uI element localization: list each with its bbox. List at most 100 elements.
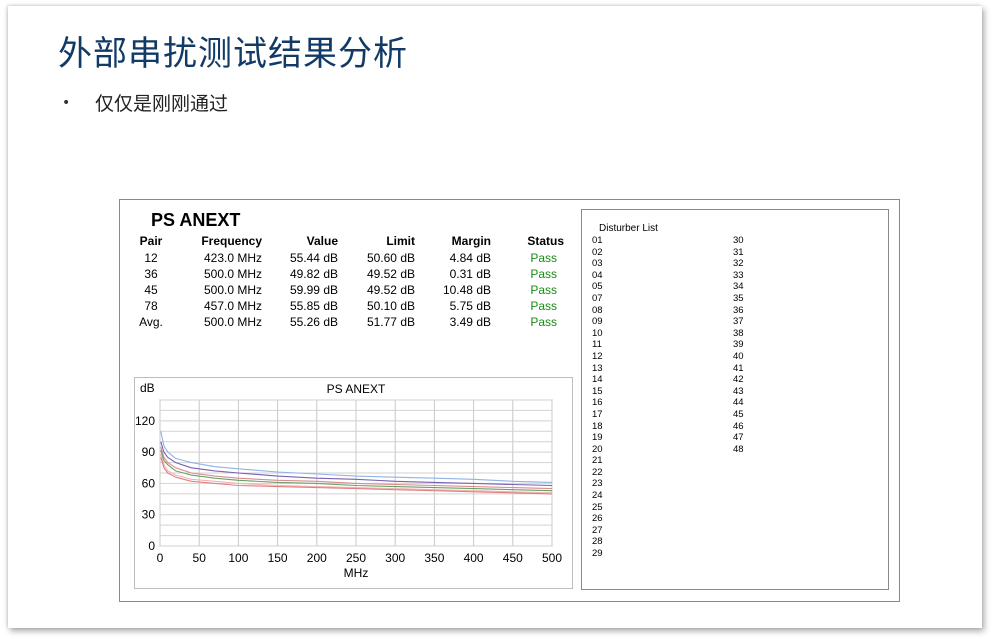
x-tick-label: 200 — [307, 551, 327, 565]
disturber-item: 01 — [592, 235, 603, 246]
status-cell: Pass — [530, 315, 557, 329]
table-row: Avg. 500.0 MHz 55.26 dB 51.77 dB 3.49 dB Pass — [134, 314, 564, 330]
x-tick-label: 250 — [346, 551, 366, 565]
disturber-item: 33 — [733, 269, 744, 281]
disturber-item: 16 — [592, 397, 603, 409]
table-cell: 3.49 dB — [449, 315, 491, 329]
disturber-item: 44 — [733, 397, 744, 409]
table-cell: 500.0 MHz — [203, 267, 262, 281]
column-header: Value — [306, 234, 338, 248]
disturber-item: 03 — [592, 258, 603, 270]
y-tick-label: 90 — [142, 445, 156, 459]
table-cell: Avg. — [139, 315, 163, 329]
disturber-item: 48 — [733, 443, 744, 455]
disturber-item: 30 — [733, 235, 744, 246]
y-tick-label: 30 — [142, 508, 156, 522]
chart-panel: 0 50 100 150 200 250 300 350 400 450 500 0 30 60 90 120… — [134, 377, 573, 589]
column-header: Status — [527, 234, 564, 248]
disturber-item: 21 — [592, 455, 603, 467]
test-report: PS ANEXT Pair Frequency Value Limit Marg… — [119, 199, 900, 602]
disturber-item: 19 — [592, 432, 603, 444]
disturber-item: 07 — [592, 292, 603, 304]
table-cell: 78 — [144, 299, 158, 313]
column-header: Margin — [451, 234, 491, 248]
disturber-item: 11 — [592, 339, 602, 351]
x-tick-label: 450 — [503, 551, 523, 565]
disturber-item: 14 — [592, 374, 603, 386]
disturber-item: 17 — [592, 408, 603, 420]
table-cell: 500.0 MHz — [203, 283, 262, 297]
table-row: 12 423.0 MHz 55.44 dB 50.60 dB 4.84 dB Pass — [134, 250, 564, 266]
table-cell: 50.60 dB — [366, 251, 415, 265]
disturber-item: 09 — [592, 316, 603, 328]
status-cell: Pass — [530, 251, 557, 265]
x-tick-label: 500 — [542, 551, 562, 565]
table-cell: 12 — [144, 251, 158, 265]
status-cell: Pass — [530, 267, 557, 281]
disturber-item: 32 — [733, 258, 744, 270]
column-header: Limit — [386, 234, 415, 248]
disturber-item: 27 — [592, 524, 603, 536]
disturber-item: 24 — [592, 490, 603, 502]
disturber-item: 36 — [733, 304, 744, 316]
x-tick-label: 100 — [228, 551, 248, 565]
status-cell: Pass — [530, 299, 557, 313]
disturber-item: 43 — [733, 385, 744, 397]
disturber-item: 08 — [592, 304, 603, 316]
disturber-item: 40 — [733, 350, 744, 362]
table-row: 78 457.0 MHz 55.85 dB 50.10 dB 5.75 dB Pass — [134, 298, 564, 314]
disturber-item: 12 — [592, 350, 603, 362]
table-cell: 423.0 MHz — [203, 251, 262, 265]
x-tick-label: 350 — [424, 551, 444, 565]
table-cell: 4.84 dB — [449, 251, 491, 265]
table-cell: 59.99 dB — [289, 283, 338, 297]
slide-title: 外部串扰测试结果分析 — [58, 34, 408, 74]
x-tick-label: 50 — [193, 551, 207, 565]
disturber-item: 37 — [733, 316, 744, 328]
disturber-item: 42 — [733, 374, 744, 386]
column-header: Pair — [139, 234, 163, 248]
table-cell: 55.44 dB — [289, 251, 338, 265]
disturber-item: 04 — [592, 269, 603, 281]
report-title: PS ANEXT — [151, 210, 241, 230]
disturber-item: 22 — [592, 466, 603, 478]
y-tick-label: 60 — [142, 476, 156, 490]
disturber-item: 18 — [592, 420, 603, 432]
table-cell: 457.0 MHz — [203, 299, 262, 313]
disturber-item: 28 — [592, 536, 603, 548]
table-cell: 51.77 dB — [366, 315, 415, 329]
bullet-text: 仅仅是刚刚通过 — [95, 93, 229, 115]
bullet-icon: • — [62, 95, 71, 111]
disturber-item: 38 — [733, 327, 744, 339]
disturber-list-title: Disturber List — [599, 223, 658, 234]
status-cell: Pass — [530, 283, 557, 297]
x-tick-label: 300 — [385, 551, 405, 565]
x-axis-label: MHz — [344, 566, 369, 580]
disturber-item: 20 — [592, 443, 603, 455]
table-cell: 36 — [144, 267, 158, 281]
y-tick-label: 0 — [148, 539, 155, 553]
disturber-item: 46 — [733, 420, 744, 432]
table-cell: 45 — [144, 283, 158, 297]
disturber-item: 47 — [733, 432, 744, 444]
table-cell: 55.85 dB — [289, 299, 338, 313]
disturber-item: 10 — [592, 327, 603, 339]
disturber-item: 13 — [592, 362, 603, 374]
x-tick-label: 400 — [464, 551, 484, 565]
table-cell: 5.75 dB — [449, 299, 491, 313]
disturber-item: 41 — [733, 362, 744, 374]
table-cell: 10.48 dB — [442, 283, 491, 297]
ps-anext-chart: 0 50 100 150 200 250 300 350 400 450 500 0 30 60 90 120… — [135, 381, 562, 580]
y-tick-label: 120 — [135, 414, 155, 428]
table-row: 36 500.0 MHz 49.82 dB 49.52 dB 0.31 dB Pass — [134, 266, 564, 282]
x-tick-label: 150 — [268, 551, 288, 565]
disturber-item: 23 — [592, 478, 603, 490]
table-cell: 500.0 MHz — [203, 315, 262, 329]
column-header: Frequency — [201, 234, 262, 248]
disturber-item: 34 — [733, 281, 744, 293]
disturber-item: 31 — [733, 246, 744, 258]
disturber-item: 26 — [592, 513, 603, 525]
disturber-item: 15 — [592, 385, 603, 397]
table-cell: 0.31 dB — [449, 267, 491, 281]
table-cell: 55.26 dB — [289, 315, 338, 329]
